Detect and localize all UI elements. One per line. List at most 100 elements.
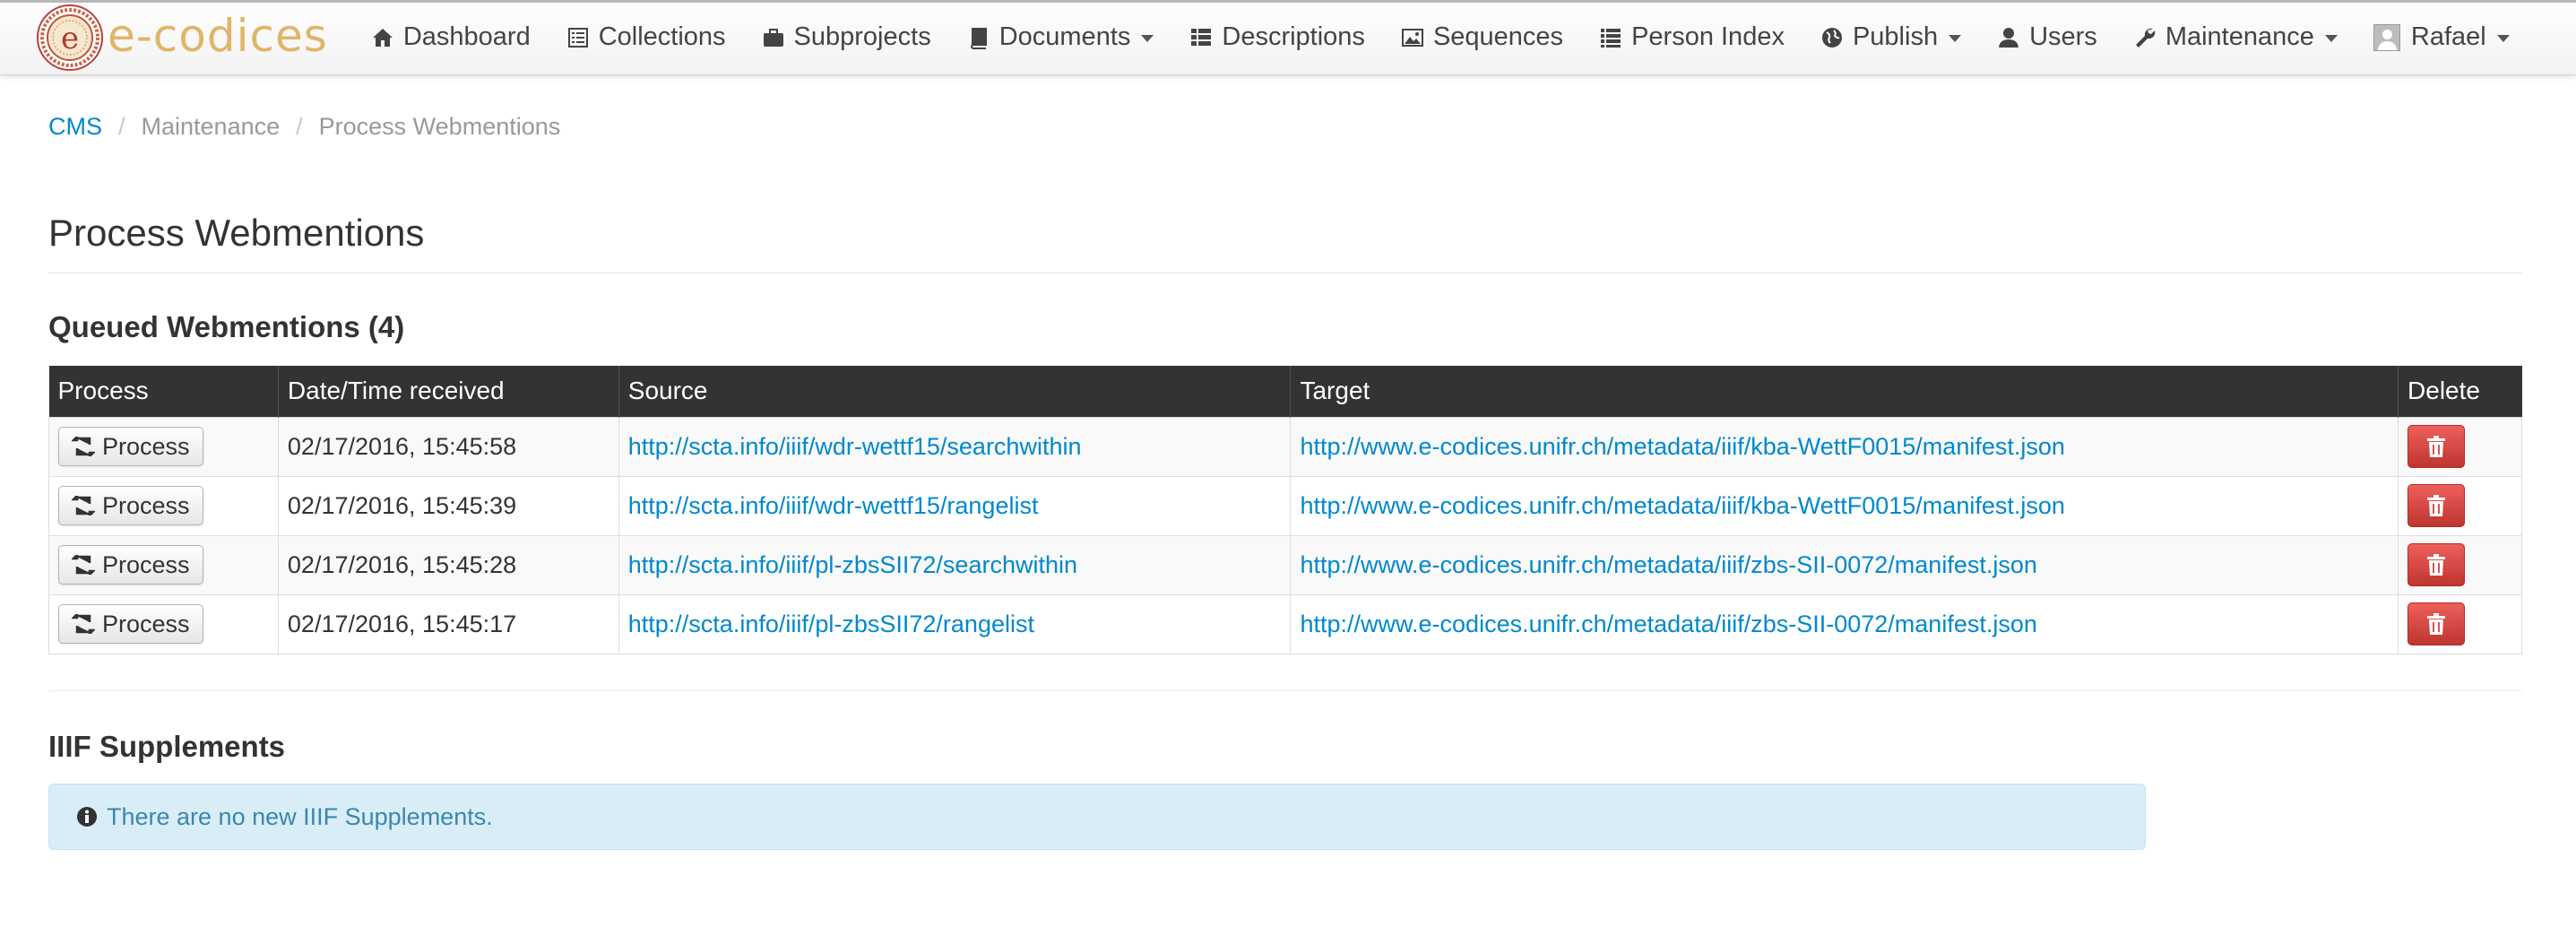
column-header-target: Target <box>1290 366 2399 417</box>
nav-subprojects[interactable]: Subprojects <box>744 0 949 75</box>
delete-cell <box>2398 534 2522 595</box>
nav-users-label: Users <box>2029 22 2097 51</box>
queued-webmentions-heading: Queued Webmentions (4) <box>48 310 405 343</box>
nav-descriptions[interactable]: Descriptions <box>1171 0 1383 75</box>
date-cell: 02/17/2016, 15:45:39 <box>277 475 619 536</box>
table-header-row: Process Date/Time received Source Target… <box>48 366 2522 417</box>
trash-icon <box>2427 495 2446 516</box>
breadcrumb-current: Process Webmentions <box>318 113 561 140</box>
nav-collections[interactable]: Collections <box>549 0 744 75</box>
source-link[interactable]: http://scta.info/iiif/pl-zbsSII72/search… <box>628 551 1077 578</box>
nav-dashboard-label: Dashboard <box>402 22 531 51</box>
date-cell: 02/17/2016, 15:45:58 <box>277 416 619 477</box>
nav-person-index[interactable]: Person Index <box>1581 0 1802 75</box>
nav-user-menu[interactable]: Rafael <box>2356 0 2528 75</box>
delete-cell <box>2398 475 2522 536</box>
table-row: Process 02/17/2016, 15:45:17 http://scta… <box>48 593 2522 654</box>
source-cell: http://scta.info/iiif/pl-zbsSII72/search… <box>618 534 1292 595</box>
briefcase-icon <box>763 28 783 47</box>
process-button-label: Process <box>102 491 190 519</box>
info-sign-icon <box>77 807 97 827</box>
target-link[interactable]: http://www.e-codices.unifr.ch/metadata/i… <box>1300 433 2064 460</box>
chevron-down-icon <box>2324 34 2338 42</box>
nav-collections-label: Collections <box>598 22 726 51</box>
avatar <box>2373 23 2400 51</box>
retweet-icon <box>72 437 95 456</box>
nav-users[interactable]: Users <box>1979 0 2115 75</box>
breadcrumb-cms[interactable]: CMS <box>48 113 102 141</box>
column-header-process: Process <box>48 366 279 417</box>
delete-button[interactable] <box>2407 484 2466 527</box>
column-header-date: Date/Time received <box>277 366 619 417</box>
source-link[interactable]: http://scta.info/iiif/pl-zbsSII72/rangel… <box>628 611 1034 637</box>
nav-maintenance-label: Maintenance <box>2165 22 2314 51</box>
user-icon <box>1999 27 2019 48</box>
brand-name: e-codices <box>108 9 328 62</box>
source-cell: http://scta.info/iiif/pl-zbsSII72/rangel… <box>618 593 1292 654</box>
nav-publish[interactable]: Publish <box>1802 0 1979 75</box>
nav-user-label: Rafael <box>2410 22 2486 51</box>
list-icon <box>1601 28 1621 48</box>
breadcrumb-maintenance: Maintenance <box>141 113 281 140</box>
column-header-source: Source <box>618 366 1291 417</box>
breadcrumb: CMS / Maintenance / Process Webmentions <box>48 113 560 141</box>
date-cell: 02/17/2016, 15:45:17 <box>277 593 619 654</box>
nav-person-index-label: Person Index <box>1631 22 1785 51</box>
nav-publish-label: Publish <box>1852 22 1939 51</box>
svg-text:e: e <box>61 21 79 56</box>
process-cell: Process <box>48 416 279 477</box>
process-button-label: Process <box>102 610 190 637</box>
globe-icon <box>1821 27 1842 48</box>
breadcrumb-separator: / <box>118 113 125 140</box>
table-row: Process 02/17/2016, 15:45:39 http://scta… <box>48 475 2522 536</box>
nav-subprojects-label: Subprojects <box>793 22 931 51</box>
info-alert-message: There are no new IIIF Supplements. <box>107 802 493 830</box>
trash-icon <box>2427 436 2446 457</box>
chevron-down-icon <box>2496 34 2510 42</box>
nav-dashboard[interactable]: Dashboard <box>353 0 549 75</box>
nav-sequences[interactable]: Sequences <box>1383 0 1581 75</box>
process-button[interactable]: Process <box>58 486 203 525</box>
target-cell: http://www.e-codices.unifr.ch/metadata/i… <box>1290 534 2399 595</box>
home-icon <box>372 28 393 47</box>
process-button[interactable]: Process <box>58 545 203 585</box>
nav-documents-label: Documents <box>998 22 1131 51</box>
delete-cell <box>2398 593 2522 654</box>
main-nav: Dashboard Collections Subprojects Docume… <box>353 0 2528 75</box>
top-navbar: e e-codices Dashboard Collections Subpro… <box>0 0 2576 75</box>
process-button[interactable]: Process <box>58 604 203 644</box>
nav-documents[interactable]: Documents <box>949 0 1172 75</box>
source-link[interactable]: http://scta.info/iiif/wdr-wettf15/rangel… <box>628 492 1039 519</box>
retweet-icon <box>72 496 95 515</box>
webmentions-table: Process Date/Time received Source Target… <box>48 366 2522 654</box>
wrench-icon <box>2135 28 2156 48</box>
source-link[interactable]: http://scta.info/iiif/wdr-wettf15/search… <box>628 433 1082 460</box>
breadcrumb-separator: / <box>296 113 303 140</box>
process-cell: Process <box>48 475 279 536</box>
delete-button[interactable] <box>2407 425 2466 468</box>
date-cell: 02/17/2016, 15:45:28 <box>277 534 619 595</box>
target-link[interactable]: http://www.e-codices.unifr.ch/metadata/i… <box>1300 611 2036 637</box>
chevron-down-icon <box>1949 34 1962 42</box>
th-list-icon <box>1191 28 1212 46</box>
target-cell: http://www.e-codices.unifr.ch/metadata/i… <box>1290 593 2399 654</box>
delete-button[interactable] <box>2407 602 2466 645</box>
source-cell: http://scta.info/iiif/wdr-wettf15/search… <box>618 416 1292 477</box>
target-link[interactable]: http://www.e-codices.unifr.ch/metadata/i… <box>1300 492 2064 519</box>
source-cell: http://scta.info/iiif/wdr-wettf15/rangel… <box>618 475 1292 536</box>
target-link[interactable]: http://www.e-codices.unifr.ch/metadata/i… <box>1300 551 2036 578</box>
process-button-label: Process <box>102 550 190 578</box>
delete-button[interactable] <box>2407 543 2466 586</box>
book-icon <box>970 27 987 49</box>
trash-icon <box>2427 554 2446 576</box>
info-alert: There are no new IIIF Supplements. <box>48 784 2146 850</box>
process-button[interactable]: Process <box>58 427 203 466</box>
nav-maintenance[interactable]: Maintenance <box>2115 0 2356 75</box>
table-row: Process 02/17/2016, 15:45:28 http://scta… <box>48 534 2522 595</box>
table-row: Process 02/17/2016, 15:45:58 http://scta… <box>48 416 2522 477</box>
list-alt-icon <box>567 27 588 48</box>
brand-link[interactable]: e e-codices <box>36 0 328 75</box>
chevron-down-icon <box>1141 34 1154 42</box>
ecodices-logo: e <box>37 4 103 71</box>
column-header-delete: Delete <box>2398 366 2522 417</box>
